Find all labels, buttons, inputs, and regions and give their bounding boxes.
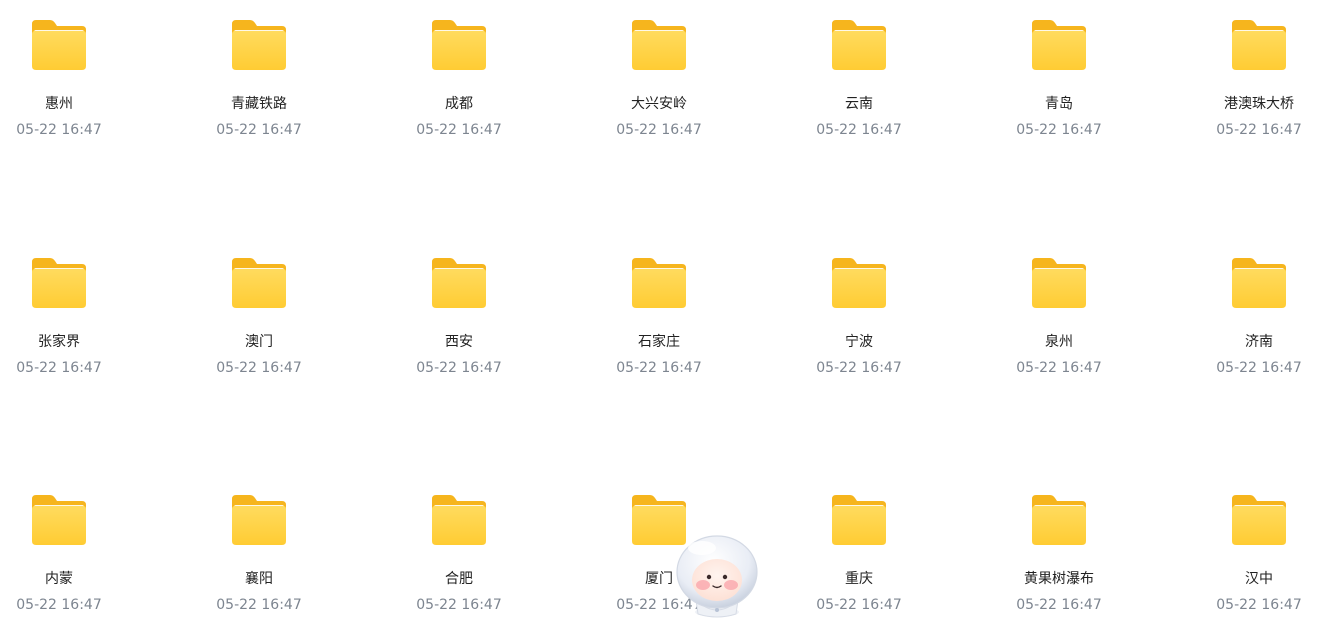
folder-icon bbox=[628, 18, 690, 74]
folder-icon bbox=[828, 18, 890, 74]
folder-name: 云南 bbox=[845, 96, 873, 112]
folder-item[interactable]: 内蒙 05-22 16:47 bbox=[4, 479, 134, 613]
folder-icon bbox=[828, 256, 890, 312]
folder-item[interactable]: 重庆 05-22 16:47 bbox=[804, 479, 934, 613]
folder-name: 内蒙 bbox=[45, 571, 73, 587]
folder-icon bbox=[28, 493, 90, 549]
folder-name: 成都 bbox=[445, 96, 473, 112]
folder-name: 港澳珠大桥 bbox=[1224, 96, 1294, 112]
folder-item[interactable]: 黄果树瀑布 05-22 16:47 bbox=[1004, 479, 1134, 613]
folder-grid: 惠州 05-22 16:47 青藏铁路 05-22 16:47 成都 05-22… bbox=[0, 0, 1322, 622]
folder-icon bbox=[428, 18, 490, 74]
folder-date: 05-22 16:47 bbox=[1216, 360, 1302, 376]
folder-name: 汉中 bbox=[1245, 571, 1273, 587]
folder-item[interactable]: 澳门 05-22 16:47 bbox=[204, 242, 334, 376]
astronaut-mascot-icon[interactable] bbox=[672, 530, 762, 618]
folder-name: 青藏铁路 bbox=[231, 96, 287, 112]
folder-date: 05-22 16:47 bbox=[216, 597, 302, 613]
folder-item[interactable]: 汉中 05-22 16:47 bbox=[1204, 479, 1322, 613]
folder-icon bbox=[428, 256, 490, 312]
folder-icon bbox=[28, 18, 90, 74]
folder-date: 05-22 16:47 bbox=[216, 122, 302, 138]
folder-date: 05-22 16:47 bbox=[1016, 360, 1102, 376]
folder-name: 西安 bbox=[445, 334, 473, 350]
folder-item[interactable]: 惠州 05-22 16:47 bbox=[4, 4, 134, 138]
folder-date: 05-22 16:47 bbox=[616, 122, 702, 138]
folder-date: 05-22 16:47 bbox=[16, 360, 102, 376]
folder-icon bbox=[1028, 256, 1090, 312]
folder-name: 张家界 bbox=[38, 334, 80, 350]
folder-icon bbox=[1228, 18, 1290, 74]
folder-item[interactable]: 襄阳 05-22 16:47 bbox=[204, 479, 334, 613]
folder-date: 05-22 16:47 bbox=[1216, 597, 1302, 613]
folder-name: 重庆 bbox=[845, 571, 873, 587]
folder-item[interactable]: 张家界 05-22 16:47 bbox=[4, 242, 134, 376]
folder-date: 05-22 16:47 bbox=[1016, 597, 1102, 613]
folder-date: 05-22 16:47 bbox=[416, 360, 502, 376]
folder-name: 济南 bbox=[1245, 334, 1273, 350]
folder-item[interactable]: 宁波 05-22 16:47 bbox=[804, 242, 934, 376]
folder-item[interactable]: 云南 05-22 16:47 bbox=[804, 4, 934, 138]
folder-item[interactable]: 石家庄 05-22 16:47 bbox=[604, 242, 734, 376]
folder-name: 泉州 bbox=[1045, 334, 1073, 350]
folder-date: 05-22 16:47 bbox=[216, 360, 302, 376]
folder-name: 襄阳 bbox=[245, 571, 273, 587]
folder-item[interactable]: 济南 05-22 16:47 bbox=[1204, 242, 1322, 376]
folder-item[interactable]: 西安 05-22 16:47 bbox=[404, 242, 534, 376]
folder-icon bbox=[1228, 493, 1290, 549]
folder-icon bbox=[1228, 256, 1290, 312]
folder-date: 05-22 16:47 bbox=[1016, 122, 1102, 138]
folder-name: 青岛 bbox=[1045, 96, 1073, 112]
folder-date: 05-22 16:47 bbox=[1216, 122, 1302, 138]
folder-item[interactable]: 合肥 05-22 16:47 bbox=[404, 479, 534, 613]
folder-date: 05-22 16:47 bbox=[816, 360, 902, 376]
folder-name: 黄果树瀑布 bbox=[1024, 571, 1094, 587]
folder-date: 05-22 16:47 bbox=[816, 597, 902, 613]
folder-icon bbox=[628, 256, 690, 312]
folder-date: 05-22 16:47 bbox=[616, 360, 702, 376]
folder-date: 05-22 16:47 bbox=[16, 122, 102, 138]
folder-item[interactable]: 泉州 05-22 16:47 bbox=[1004, 242, 1134, 376]
folder-item[interactable]: 成都 05-22 16:47 bbox=[404, 4, 534, 138]
folder-icon bbox=[228, 18, 290, 74]
folder-icon bbox=[28, 256, 90, 312]
folder-name: 宁波 bbox=[845, 334, 873, 350]
folder-icon bbox=[1028, 18, 1090, 74]
folder-name: 惠州 bbox=[45, 96, 73, 112]
folder-icon bbox=[228, 256, 290, 312]
folder-name: 大兴安岭 bbox=[631, 96, 687, 112]
folder-item[interactable]: 港澳珠大桥 05-22 16:47 bbox=[1204, 4, 1322, 138]
folder-date: 05-22 16:47 bbox=[816, 122, 902, 138]
folder-icon bbox=[428, 493, 490, 549]
folder-name: 合肥 bbox=[445, 571, 473, 587]
folder-item[interactable]: 大兴安岭 05-22 16:47 bbox=[604, 4, 734, 138]
folder-date: 05-22 16:47 bbox=[416, 597, 502, 613]
folder-item[interactable]: 青藏铁路 05-22 16:47 bbox=[204, 4, 334, 138]
folder-icon bbox=[828, 493, 890, 549]
astronaut-mascot-graphic bbox=[676, 535, 758, 618]
folder-icon bbox=[1028, 493, 1090, 549]
folder-item[interactable]: 青岛 05-22 16:47 bbox=[1004, 4, 1134, 138]
folder-date: 05-22 16:47 bbox=[416, 122, 502, 138]
folder-icon bbox=[228, 493, 290, 549]
folder-name: 澳门 bbox=[245, 334, 273, 350]
folder-name: 石家庄 bbox=[638, 334, 680, 350]
folder-date: 05-22 16:47 bbox=[16, 597, 102, 613]
